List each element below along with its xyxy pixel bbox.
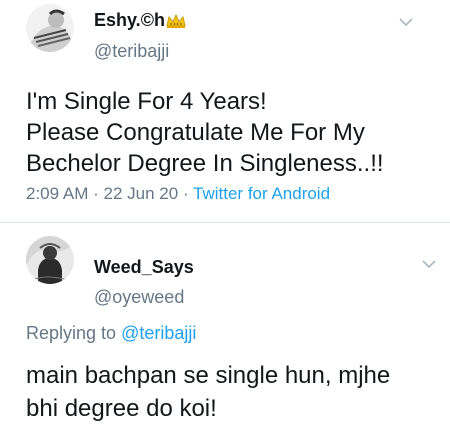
tweet-text-line: I'm Single For 4 Years! <box>26 88 267 115</box>
tweet-meta: 2:09 AM · 22 Jun 20 · Twitter for Androi… <box>26 184 330 204</box>
avatar-image <box>26 4 74 52</box>
username[interactable]: @oyeweed <box>94 287 184 308</box>
tweet-time[interactable]: 2:09 AM <box>26 184 88 203</box>
display-name[interactable]: Weed_Says <box>94 257 194 278</box>
tweet-text-line: main bachpan se single hun, mjhe <box>26 362 391 389</box>
replying-to: Replying to @teribajji <box>26 323 196 344</box>
tweet-source-link[interactable]: Twitter for Android <box>193 184 330 203</box>
avatar-image <box>26 236 74 284</box>
mention-link[interactable]: @teribajji <box>121 323 196 343</box>
username[interactable]: @teribajji <box>94 41 169 62</box>
chevron-down-icon[interactable] <box>421 259 437 269</box>
tweet-text-line: bhi degree do koi! <box>26 395 217 422</box>
divider <box>0 222 450 223</box>
crown-icon <box>166 13 186 29</box>
avatar[interactable] <box>26 4 74 52</box>
chevron-down-icon[interactable] <box>398 17 414 27</box>
display-name[interactable]: Eshy.©h <box>94 10 186 31</box>
display-name-text[interactable]: Eshy.©h <box>94 10 165 30</box>
original-tweet[interactable]: Eshy.©h @teribajji I'm Single For 4 Year… <box>0 0 450 222</box>
meta-separator: · <box>93 184 99 203</box>
tweet-text: main bachpan se single hun, mjhe bhi deg… <box>26 359 446 425</box>
reply-tweet[interactable]: Weed_Says @oyeweed Replying to @teribajj… <box>0 226 450 446</box>
meta-separator: · <box>182 184 189 203</box>
tweet-text-line: Please Congratulate Me For My <box>26 119 365 146</box>
replying-label: Replying to <box>26 323 117 343</box>
tweet-text-line: Bechelor Degree In Singleness..!! <box>26 150 384 177</box>
avatar[interactable] <box>26 236 74 284</box>
tweet-text: I'm Single For 4 Years! Please Congratul… <box>26 86 446 179</box>
tweet-date[interactable]: 22 Jun 20 <box>104 184 179 203</box>
